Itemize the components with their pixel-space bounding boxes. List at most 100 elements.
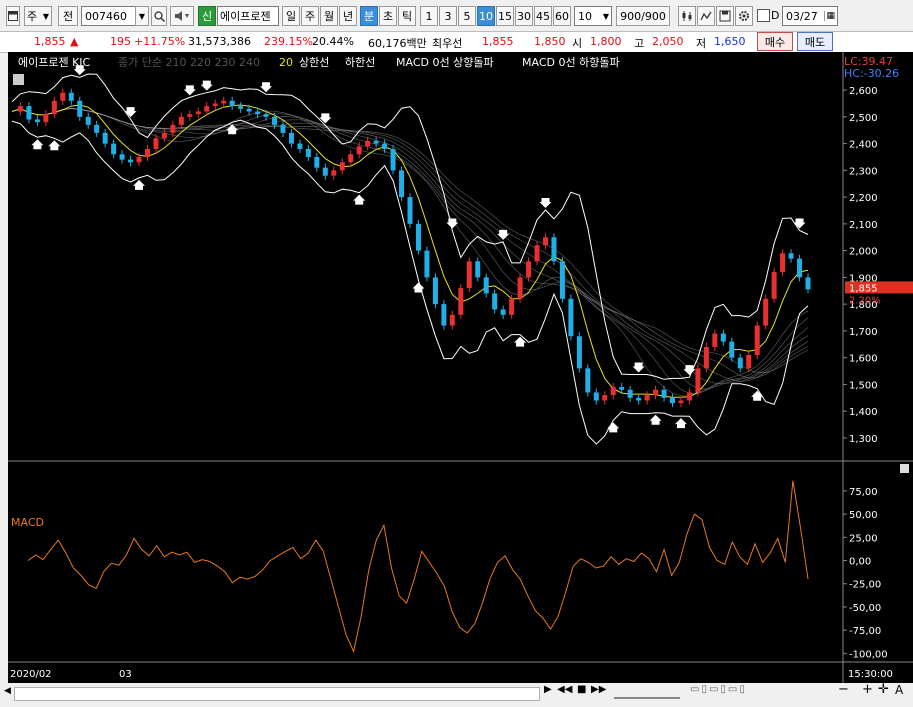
date-input[interactable]: 03/27 ▦ [782,6,838,26]
date-label-mar: 03 [119,669,132,680]
move-icon[interactable]: ✛ [878,682,889,697]
candle-body [424,250,430,278]
zoom-in-icon[interactable]: + [862,682,873,697]
play-icon[interactable]: ▶ [544,684,552,695]
candle-body [619,387,625,390]
volume: 31,573,386 [188,35,251,48]
period-tick[interactable]: 틱 [398,6,416,26]
candle-body [610,387,616,396]
interval-3[interactable]: 3 [439,6,457,26]
chevron-down-icon: ▼ [42,11,49,21]
period-day[interactable]: 일 [282,6,300,26]
candle-body [17,106,23,112]
candle-body [221,100,227,104]
market-label: 주 [27,10,38,23]
candle-body [77,100,83,117]
rewind-icon[interactable]: ◀◀ [557,684,572,695]
stop-icon[interactable]: ■ [577,684,586,695]
macd-down-signal-icon [319,113,332,124]
candle-body [68,92,74,101]
font-size-icon[interactable]: A [895,683,903,697]
low-price: 1,650 [714,35,746,48]
interval-10[interactable]: 10 [477,6,495,26]
interval-input[interactable]: 10 ▼ [574,6,612,26]
sell-button[interactable]: 매도 [797,32,833,51]
drawing-tools-icon[interactable]: ▭▯▭▯▭▯ [690,684,747,695]
buy-button[interactable]: 매수 [757,32,793,51]
macd-up-signal-icon [751,390,764,401]
market-select[interactable]: 주 ▼ [24,6,52,26]
interval-1[interactable]: 1 [420,6,438,26]
macd-up-signal-icon [649,414,662,425]
save-icon[interactable] [716,6,734,26]
legend-macd-down: MACD 0선 하향돌파 [522,55,620,69]
interval-15[interactable]: 15 [496,6,514,26]
candle-body [720,333,726,342]
fast-forward-icon[interactable]: ▶▶ [591,684,606,695]
candle-body [517,277,523,299]
macd-tick-label: 75,00 [849,487,878,498]
macd-tick-label: -50,00 [849,603,881,614]
search-icon[interactable] [151,6,167,26]
candle-body [34,119,40,123]
candle-body [771,272,777,299]
zoom-out-icon[interactable]: − [838,682,849,697]
candle-body [365,140,371,147]
candle-body [288,132,294,144]
interval-60[interactable]: 60 [553,6,571,26]
gear-icon[interactable] [735,6,753,26]
interval-30[interactable]: 30 [515,6,533,26]
period-year[interactable]: 년 [339,6,357,26]
candle-body [229,100,235,107]
chart-area[interactable]: 1,300 1,400 1,500 1,600 1,700 1,800 1,900 2,000… [8,52,913,683]
candle-body [348,154,354,163]
count-field[interactable]: 900/900 [616,6,670,26]
interval-5[interactable]: 5 [458,6,476,26]
candle-body [272,116,278,125]
candle-body [492,293,498,310]
window-icon[interactable] [6,6,20,26]
change-percent: +11.75% [134,35,186,48]
candle-body [805,277,811,290]
best-bid: 1,850 [534,35,566,48]
type-button[interactable]: 전 [58,6,78,26]
speed-slider[interactable] [614,687,680,699]
candle-body [136,156,142,163]
candle-body [534,245,540,262]
high-price: 2,050 [652,35,684,48]
period-minute[interactable]: 분 [360,6,378,26]
candle-body [128,159,134,163]
macd-up-signal-icon [133,179,146,190]
scroll-left-icon[interactable]: ◀ [4,686,12,700]
interval-45[interactable]: 45 [534,6,552,26]
candle-body [195,111,201,115]
candle-body [500,309,506,315]
candle-body [399,170,405,198]
candle-body [780,253,786,273]
date-checkbox[interactable] [757,9,770,22]
line-tool-icon[interactable] [697,6,715,26]
price-tick-label: 1,700 [849,327,878,338]
code-dropdown-icon[interactable]: ▼ [135,6,149,26]
candle-body [102,132,108,144]
horizontal-scrollbar[interactable] [14,687,540,701]
macd-tick-label: 25,00 [849,533,878,544]
ma20-line [11,104,809,398]
indicator-icon[interactable] [678,6,696,26]
candle-body [441,304,447,326]
candle-body [593,392,599,401]
candle-body [576,336,582,369]
macd-tick-label: -100,00 [849,649,888,660]
chevron-down-icon: ▼ [602,11,609,21]
period-second[interactable]: 초 [379,6,397,26]
period-week[interactable]: 주 [301,6,319,26]
speaker-icon[interactable] [170,6,194,26]
price-tick-label: 1,500 [849,380,878,391]
candle-body [119,154,125,160]
legend-title: 에이프로젠 KIC [18,56,91,69]
candle-body [754,325,760,355]
stock-name-field[interactable]: 에이프로젠 [217,6,279,26]
candle-body [670,397,676,404]
candle-body [246,108,252,112]
period-month[interactable]: 월 [320,6,338,26]
